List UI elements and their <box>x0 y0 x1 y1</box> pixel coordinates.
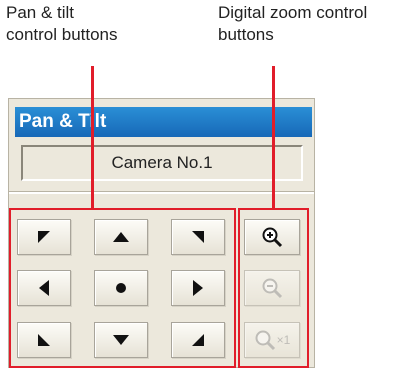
camera-name-field: Camera No.1 <box>21 145 303 181</box>
pan-tilt-callout-line <box>91 66 94 209</box>
zoom-annotation-line1: Digital zoom control <box>218 3 368 22</box>
pan-tilt-annotation-line2: control buttons <box>6 25 118 44</box>
zoom-callout-line <box>272 66 275 209</box>
zoom-annotation: Digital zoom control buttons <box>218 2 367 46</box>
panel-divider <box>9 191 314 194</box>
zoom-annotation-line2: buttons <box>218 25 274 44</box>
panel-title: Pan & Tilt <box>15 107 312 137</box>
zoom-callout-box <box>238 208 309 368</box>
pan-tilt-annotation: Pan & tilt control buttons <box>6 2 118 46</box>
pan-tilt-annotation-line1: Pan & tilt <box>6 3 75 22</box>
pan-tilt-callout-box <box>9 208 236 368</box>
